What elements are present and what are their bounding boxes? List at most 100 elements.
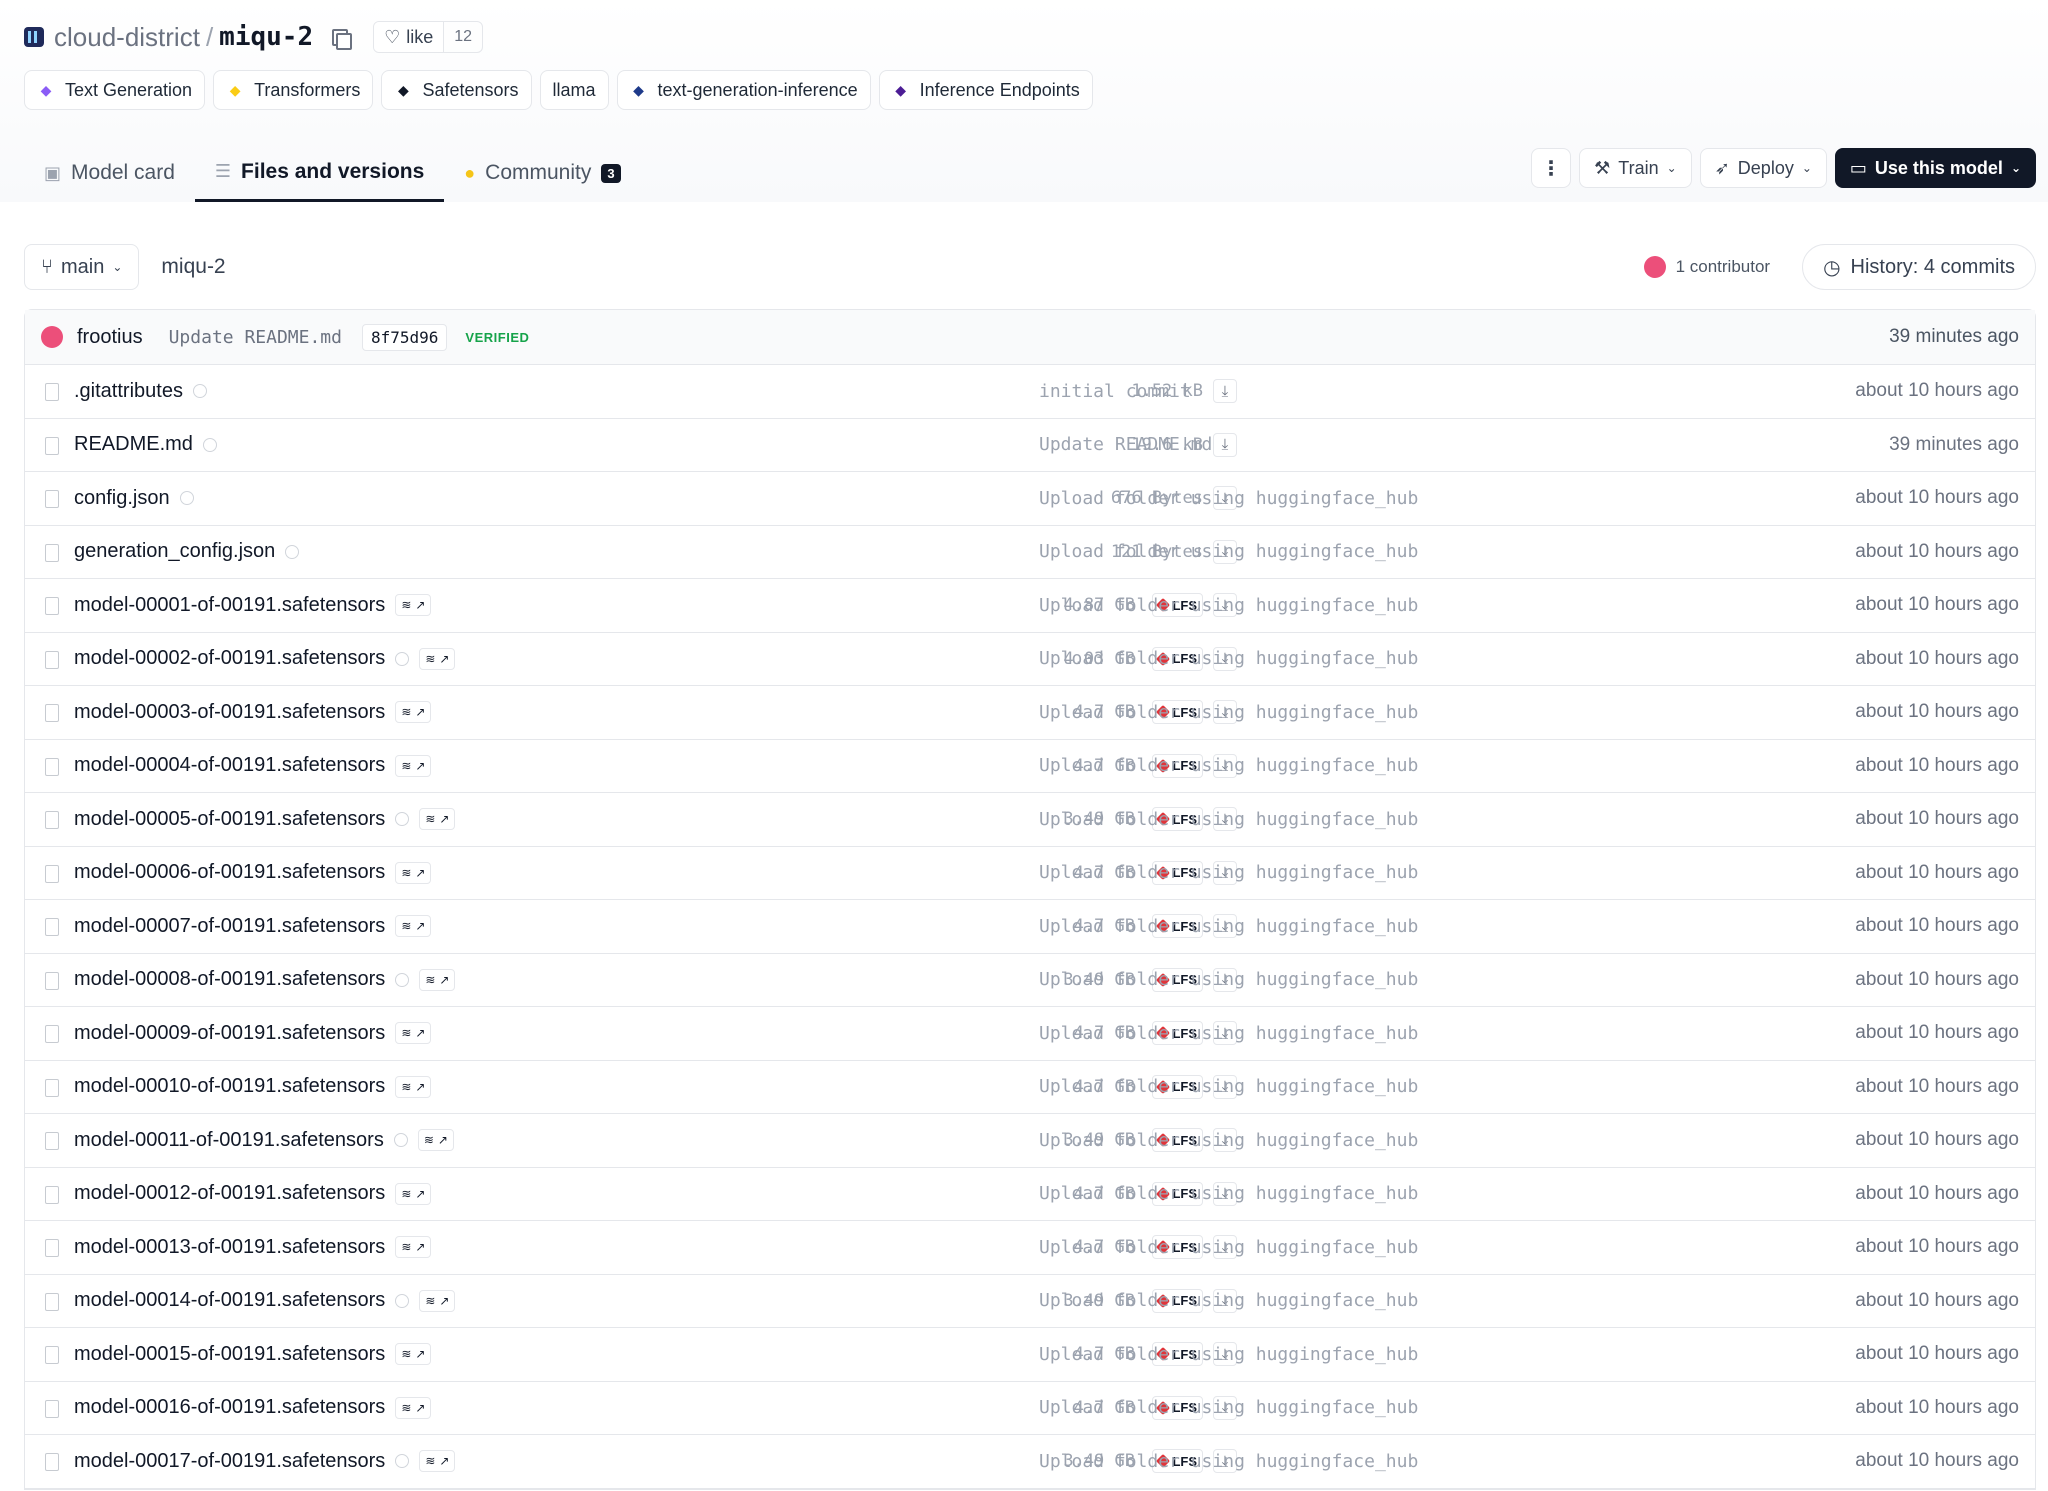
safetensors-viewer-button[interactable]: ≋ ↗ [395, 754, 432, 777]
file-name-link[interactable]: model-00011-of-00191.safetensors [74, 1129, 384, 1152]
tag-4[interactable]: ◆ text-generation-inference [616, 70, 871, 110]
tag-3[interactable]: llama [539, 70, 609, 110]
branch-selector[interactable]: ⑂ main ⌄ [24, 244, 140, 290]
copy-icon[interactable] [329, 26, 353, 50]
security-scan-icon[interactable] [395, 1454, 410, 1469]
like-count[interactable]: 12 [443, 22, 482, 52]
safetensors-viewer-button[interactable]: ≋ ↗ [395, 1343, 432, 1366]
file-name-link[interactable]: model-00001-of-00191.safetensors [74, 594, 385, 617]
like-button[interactable]: ♡ like 12 [373, 21, 484, 53]
safetensors-viewer-button[interactable]: ≋ ↗ [395, 701, 432, 724]
download-icon[interactable]: ⤓ [1213, 379, 1237, 404]
file-name-link[interactable]: model-00003-of-00191.safetensors [74, 701, 385, 724]
file-name-link[interactable]: model-00012-of-00191.safetensors [74, 1182, 385, 1205]
safetensors-viewer-button[interactable]: ≋ ↗ [417, 1129, 454, 1152]
file-name-link[interactable]: model-00014-of-00191.safetensors [74, 1289, 385, 1312]
security-scan-icon[interactable] [202, 437, 217, 452]
file-name-link[interactable]: generation_config.json [74, 540, 275, 563]
safetensors-viewer-button[interactable]: ≋ ↗ [395, 594, 432, 617]
file-commit-message[interactable]: Upload folder using huggingface_hub [1039, 1451, 1418, 1472]
file-name-link[interactable]: model-00006-of-00191.safetensors [74, 861, 385, 884]
commit-author[interactable]: frootius [77, 326, 143, 349]
file-commit-message[interactable]: Upload folder using huggingface_hub [1039, 1344, 1418, 1365]
security-scan-icon[interactable] [395, 1293, 410, 1308]
tab-2[interactable]: ● Community 3 [444, 144, 640, 202]
file-commit-message[interactable]: Upload folder using huggingface_hub [1039, 702, 1418, 723]
download-icon[interactable]: ⤓ [1213, 432, 1237, 457]
safetensors-viewer-button[interactable]: ≋ ↗ [419, 808, 456, 831]
file-name-link[interactable]: model-00002-of-00191.safetensors [74, 647, 385, 670]
commit-message[interactable]: Update README.md [169, 327, 342, 348]
org-link[interactable]: cloud-district [54, 22, 200, 53]
file-commit-message[interactable]: Upload folder using huggingface_hub [1039, 1183, 1418, 1204]
file-name-link[interactable]: model-00004-of-00191.safetensors [74, 754, 385, 777]
file-commit-message[interactable]: Upload folder using huggingface_hub [1039, 541, 1418, 562]
file-name-link[interactable]: .gitattributes [74, 380, 183, 403]
safetensors-viewer-button[interactable]: ≋ ↗ [419, 1450, 456, 1473]
safetensors-viewer-button[interactable]: ≋ ↗ [419, 968, 456, 991]
file-name-link[interactable]: model-00017-of-00191.safetensors [74, 1450, 385, 1473]
file-commit-message[interactable]: initial commit [1039, 381, 1191, 402]
file-commit-message[interactable]: Upload folder using huggingface_hub [1039, 595, 1418, 616]
file-commit-message[interactable]: Upload folder using huggingface_hub [1039, 1397, 1418, 1418]
security-scan-icon[interactable] [179, 491, 194, 506]
file-name-link[interactable]: model-00015-of-00191.safetensors [74, 1343, 385, 1366]
train-button[interactable]: ⚒ Train ⌄ [1579, 148, 1692, 188]
history-button[interactable]: ◷ History: 4 commits [1802, 244, 2036, 290]
file-name-link[interactable]: model-00009-of-00191.safetensors [74, 1022, 385, 1045]
file-commit-message[interactable]: Upload folder using huggingface_hub [1039, 809, 1418, 830]
security-scan-icon[interactable] [395, 972, 410, 987]
file-commit-message[interactable]: Upload folder using huggingface_hub [1039, 648, 1418, 669]
file-commit-message[interactable]: Upload folder using huggingface_hub [1039, 862, 1418, 883]
file-name-link[interactable]: README.md [74, 433, 193, 456]
safetensors-viewer-button[interactable]: ≋ ↗ [395, 1236, 432, 1259]
safetensors-viewer-button[interactable]: ≋ ↗ [395, 1022, 432, 1045]
file-name-cell: model-00013-of-00191.safetensors ≋ ↗ [74, 1236, 432, 1259]
safetensors-viewer-button[interactable]: ≋ ↗ [395, 1396, 432, 1419]
file-commit-message[interactable]: Upload folder using huggingface_hub [1039, 1076, 1418, 1097]
safetensors-viewer-button[interactable]: ≋ ↗ [395, 861, 432, 884]
file-commit-message[interactable]: Upload folder using huggingface_hub [1039, 916, 1418, 937]
deploy-button[interactable]: ➶ Deploy ⌄ [1699, 148, 1827, 188]
file-name-link[interactable]: config.json [74, 487, 170, 510]
security-scan-icon[interactable] [395, 651, 410, 666]
more-options-button[interactable]: ⋮ [1531, 148, 1572, 188]
security-scan-icon[interactable] [285, 544, 300, 559]
breadcrumb[interactable]: miqu-2 [161, 255, 225, 279]
tag-5[interactable]: ◆ Inference Endpoints [878, 70, 1093, 110]
file-name-link[interactable]: model-00007-of-00191.safetensors [74, 915, 385, 938]
file-commit-message[interactable]: Upload folder using huggingface_hub [1039, 1023, 1418, 1044]
tab-0[interactable]: ▣ Model card [24, 144, 195, 202]
file-icon [45, 704, 59, 722]
file-commit-message[interactable]: Update README.md [1039, 434, 1212, 455]
security-scan-icon[interactable] [192, 384, 207, 399]
safetensors-viewer-button[interactable]: ≋ ↗ [395, 915, 432, 938]
file-name-link[interactable]: model-00013-of-00191.safetensors [74, 1236, 385, 1259]
repo-name[interactable]: miqu-2 [219, 22, 313, 52]
file-name-link[interactable]: model-00010-of-00191.safetensors [74, 1075, 385, 1098]
security-scan-icon[interactable] [393, 1133, 408, 1148]
org-avatar[interactable] [24, 27, 44, 47]
safetensors-viewer-button[interactable]: ≋ ↗ [419, 1289, 456, 1312]
safetensors-viewer-button[interactable]: ≋ ↗ [419, 647, 456, 670]
file-commit-message[interactable]: Upload folder using huggingface_hub [1039, 1290, 1418, 1311]
tag-0[interactable]: ◆ Text Generation [24, 70, 206, 110]
file-commit-message[interactable]: Upload folder using huggingface_hub [1039, 1130, 1418, 1151]
tab-1[interactable]: ☰ Files and versions [194, 144, 445, 202]
file-commit-message[interactable]: Upload folder using huggingface_hub [1039, 1237, 1418, 1258]
contributors-link[interactable]: 1 contributor [1643, 256, 1770, 278]
safetensors-viewer-button[interactable]: ≋ ↗ [395, 1075, 432, 1098]
tag-2[interactable]: ◆ Safetensors [381, 70, 532, 110]
security-scan-icon[interactable] [395, 812, 410, 827]
file-name-link[interactable]: model-00016-of-00191.safetensors [74, 1396, 385, 1419]
file-commit-message[interactable]: Upload folder using huggingface_hub [1039, 488, 1418, 509]
file-commit-message[interactable]: Upload folder using huggingface_hub [1039, 755, 1418, 776]
file-name-link[interactable]: model-00008-of-00191.safetensors [74, 968, 385, 991]
author-avatar[interactable] [41, 326, 63, 348]
file-commit-message[interactable]: Upload folder using huggingface_hub [1039, 969, 1418, 990]
use-this-model-button[interactable]: ▭ Use this model ⌄ [1834, 148, 2036, 188]
commit-hash[interactable]: 8f75d96 [361, 323, 448, 351]
safetensors-viewer-button[interactable]: ≋ ↗ [395, 1182, 432, 1205]
tag-1[interactable]: ◆ Transformers [213, 70, 374, 110]
file-name-link[interactable]: model-00005-of-00191.safetensors [74, 808, 385, 831]
